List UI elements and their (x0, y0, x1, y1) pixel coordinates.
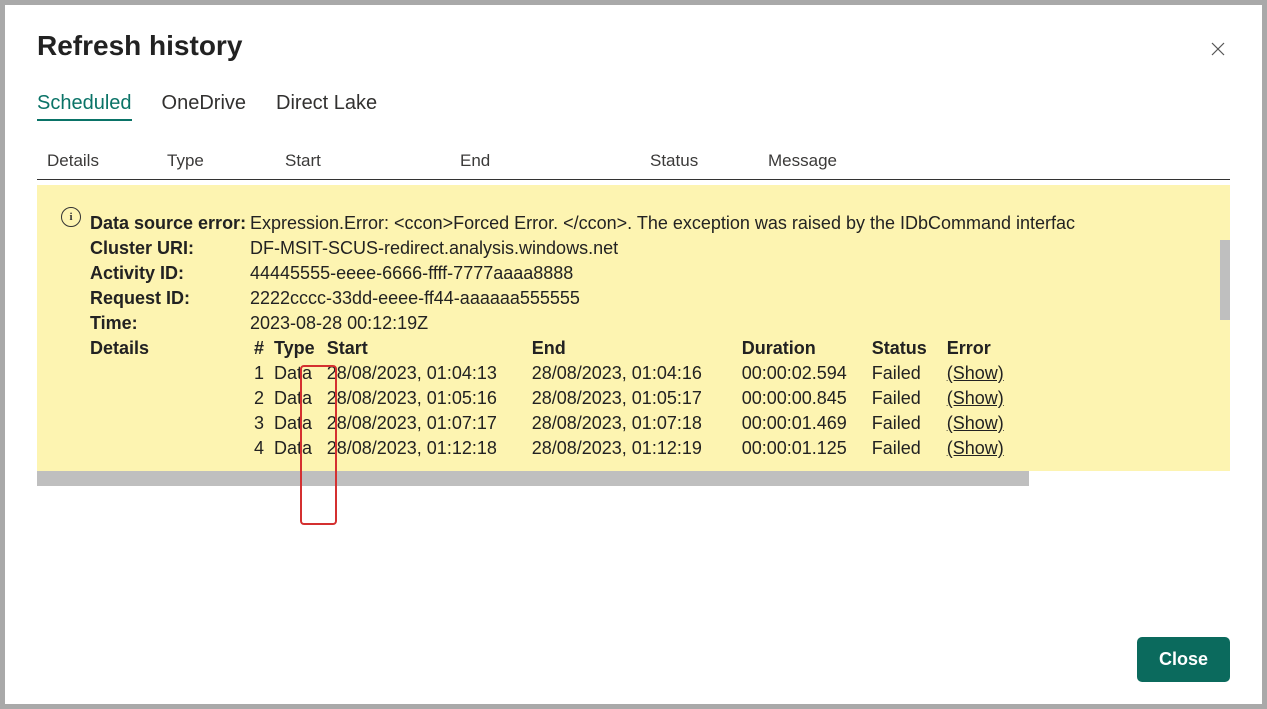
details-col-error: Error (943, 338, 1012, 361)
value-time: 2023-08-28 00:12:19Z (250, 313, 1230, 334)
cell-type: Data (270, 361, 323, 386)
cell-status: Failed (868, 361, 943, 386)
cell-duration: 00:00:02.594 (738, 361, 868, 386)
value-cluster-uri: DF-MSIT-SCUS-redirect.analysis.windows.n… (250, 238, 1230, 259)
table-row: 1Data28/08/2023, 01:04:1328/08/2023, 01:… (250, 361, 1012, 386)
cell-start: 28/08/2023, 01:12:18 (323, 436, 528, 461)
cell-duration: 00:00:01.125 (738, 436, 868, 461)
vertical-scrollbar[interactable] (1220, 240, 1230, 320)
col-type: Type (167, 151, 285, 171)
horizontal-scrollbar[interactable] (37, 471, 1029, 486)
details-col-duration: Duration (738, 338, 868, 361)
cell-num: 3 (250, 411, 270, 436)
value-data-source-error: Expression.Error: <ccon>Forced Error. </… (250, 213, 1230, 234)
error-details-panel: i Data source error: Expression.Error: <… (37, 185, 1230, 486)
cell-type: Data (270, 386, 323, 411)
cell-error: (Show) (943, 361, 1012, 386)
tab-onedrive[interactable]: OneDrive (162, 92, 246, 121)
show-error-link[interactable]: (Show) (947, 438, 1004, 458)
cell-start: 28/08/2023, 01:05:16 (323, 386, 528, 411)
close-button[interactable]: Close (1137, 637, 1230, 682)
label-cluster-uri: Cluster URI: (65, 238, 250, 259)
col-message: Message (768, 151, 1230, 171)
tab-direct-lake[interactable]: Direct Lake (276, 92, 377, 121)
show-error-link[interactable]: (Show) (947, 363, 1004, 383)
value-request-id: 2222cccc-33dd-eeee-ff44-aaaaaa555555 (250, 288, 1230, 309)
show-error-link[interactable]: (Show) (947, 388, 1004, 408)
cell-start: 28/08/2023, 01:04:13 (323, 361, 528, 386)
cell-status: Failed (868, 386, 943, 411)
details-col-status: Status (868, 338, 943, 361)
details-header-row: # Type Start End Duration Status Error (250, 338, 1012, 361)
show-error-link[interactable]: (Show) (947, 413, 1004, 433)
details-col-end: End (528, 338, 738, 361)
cell-num: 1 (250, 361, 270, 386)
col-details: Details (47, 151, 167, 171)
error-details-content: i Data source error: Expression.Error: <… (37, 185, 1230, 471)
label-activity-id: Activity ID: (65, 263, 250, 284)
table-row: 2Data28/08/2023, 01:05:1628/08/2023, 01:… (250, 386, 1012, 411)
cell-type: Data (270, 411, 323, 436)
cell-error: (Show) (943, 386, 1012, 411)
cell-duration: 00:00:00.845 (738, 386, 868, 411)
col-status: Status (650, 151, 768, 171)
info-icon: i (61, 207, 81, 227)
cell-status: Failed (868, 411, 943, 436)
cell-num: 4 (250, 436, 270, 461)
details-col-type: Type (270, 338, 323, 361)
cell-num: 2 (250, 386, 270, 411)
cell-start: 28/08/2023, 01:07:17 (323, 411, 528, 436)
col-start: Start (285, 151, 460, 171)
cell-status: Failed (868, 436, 943, 461)
table-row: 4Data28/08/2023, 01:12:1828/08/2023, 01:… (250, 436, 1012, 461)
close-icon[interactable] (1204, 35, 1232, 63)
dialog-title: Refresh history (37, 30, 1230, 62)
cell-end: 28/08/2023, 01:07:18 (528, 411, 738, 436)
cell-error: (Show) (943, 411, 1012, 436)
cell-end: 28/08/2023, 01:05:17 (528, 386, 738, 411)
cell-end: 28/08/2023, 01:12:19 (528, 436, 738, 461)
value-activity-id: 44445555-eeee-6666-ffff-7777aaaa8888 (250, 263, 1230, 284)
label-request-id: Request ID: (65, 288, 250, 309)
label-time: Time: (65, 313, 250, 334)
tabs: Scheduled OneDrive Direct Lake (37, 92, 1230, 121)
details-col-num: # (250, 338, 270, 361)
cell-type: Data (270, 436, 323, 461)
history-column-headers: Details Type Start End Status Message (37, 151, 1230, 180)
cell-error: (Show) (943, 436, 1012, 461)
tab-scheduled[interactable]: Scheduled (37, 92, 132, 121)
label-data-source-error: Data source error: (65, 213, 250, 234)
error-details-table: # Type Start End Duration Status Error 1… (250, 338, 1012, 461)
details-col-start: Start (323, 338, 528, 361)
refresh-history-dialog: Refresh history Scheduled OneDrive Direc… (5, 5, 1262, 704)
table-row: 3Data28/08/2023, 01:07:1728/08/2023, 01:… (250, 411, 1012, 436)
cell-duration: 00:00:01.469 (738, 411, 868, 436)
col-end: End (460, 151, 650, 171)
cell-end: 28/08/2023, 01:04:16 (528, 361, 738, 386)
label-details: Details (65, 338, 250, 461)
